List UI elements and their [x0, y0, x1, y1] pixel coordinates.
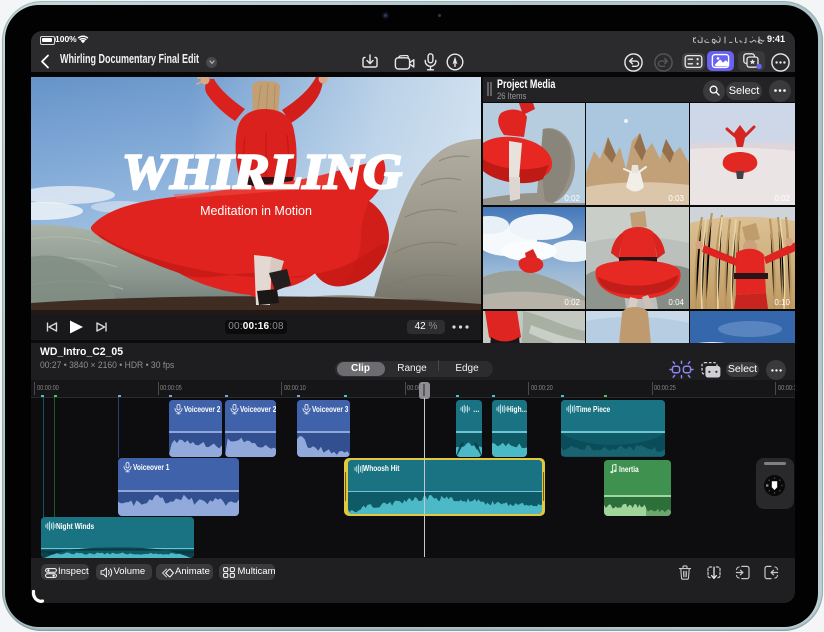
- svg-text:0:02: 0:02: [564, 194, 580, 203]
- svg-text:0:03: 0:03: [668, 194, 684, 203]
- svg-text:0:04: 0:04: [668, 298, 684, 307]
- svg-text:WHIRLING: WHIRLING: [122, 143, 402, 199]
- svg-text:0:02: 0:02: [564, 298, 580, 307]
- svg-text:Meditation in Motion: Meditation in Motion: [200, 204, 312, 218]
- svg-text:0:02: 0:02: [774, 194, 790, 203]
- svg-text:0:10: 0:10: [774, 298, 790, 307]
